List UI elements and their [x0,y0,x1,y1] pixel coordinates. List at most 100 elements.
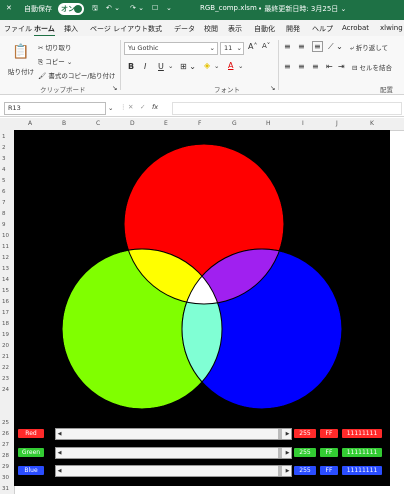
row-header[interactable]: 29 [2,464,9,470]
scroll-right-icon[interactable]: ▶ [284,466,291,476]
row-header[interactable]: 9 [2,222,6,228]
scroll-right-icon[interactable]: ▶ [284,448,291,458]
blue-scroll-thumb[interactable] [278,466,282,476]
tab-formulas[interactable]: 数式 [148,24,162,34]
column-header[interactable]: G [232,120,237,127]
column-header[interactable]: D [130,120,135,127]
row-header[interactable]: 2 [2,145,6,151]
row-header[interactable]: 22 [2,365,9,371]
column-header[interactable]: F [198,120,201,127]
chevron-down-icon[interactable]: ⌄ [214,62,219,70]
row-header[interactable]: 23 [2,376,9,382]
row-header[interactable]: 18 [2,321,9,327]
row-header[interactable]: 30 [2,475,9,481]
row-header[interactable]: 1 [2,134,6,140]
increase-font-icon[interactable]: A˄ [248,42,257,51]
saved-status[interactable]: • 最終更新日時: 3月25日 ⌄ [258,4,346,14]
customize-qat-icon[interactable]: ⌄ [166,4,172,12]
paste-button[interactable]: 貼り付け [8,66,34,76]
row-header[interactable]: 26 [2,431,9,437]
row-header[interactable]: 24 [2,387,9,393]
font-color-icon[interactable]: A [228,61,233,70]
row-header[interactable]: 31 [2,486,9,492]
decrease-indent-icon[interactable]: ⇤ [326,62,333,71]
copy-button[interactable]: ⎘ コピー ⌄ [38,56,72,67]
column-header[interactable]: C [96,120,100,127]
formula-input[interactable] [172,102,402,115]
italic-button[interactable]: I [144,62,146,71]
orientation-icon[interactable]: ⟋ ⌄ [328,42,343,52]
font-size-select[interactable]: 11 ⌄ [220,42,244,55]
align-left-icon[interactable]: ≡ [284,62,291,71]
column-header[interactable]: H [266,120,271,127]
tab-help[interactable]: ヘルプ [312,24,333,34]
red-scrollbar[interactable]: ◀ ▶ [55,428,292,440]
cut-button[interactable]: ✂ 切り取り [38,42,72,52]
tab-view[interactable]: 表示 [228,24,242,34]
align-center-icon[interactable]: ≡ [298,62,305,71]
insert-function-button[interactable]: fx [152,103,158,111]
tab-file[interactable]: ファイル [4,24,32,34]
row-header[interactable]: 27 [2,442,9,448]
decrease-font-icon[interactable]: A˅ [262,42,270,50]
column-header[interactable]: I [302,120,304,127]
name-box-dropdown-icon[interactable]: ⌄ [108,104,113,112]
chevron-down-icon[interactable]: ⌄ [238,62,243,70]
row-header[interactable]: 8 [2,211,6,217]
borders-icon[interactable]: ⊞ ⌄ [180,62,196,71]
scroll-left-icon[interactable]: ◀ [56,448,63,458]
row-header[interactable]: 28 [2,453,9,459]
row-header[interactable]: 21 [2,354,9,360]
tab-data[interactable]: データ [174,24,195,34]
font-launcher-icon[interactable]: ↘ [270,84,275,92]
align-middle-icon[interactable]: ≡ [298,42,305,51]
undo-icon[interactable]: ↶ ⌄ [106,4,120,12]
tab-automate[interactable]: 自動化 [254,24,275,34]
enter-icon[interactable]: ✓ [140,103,145,111]
tab-xlwings[interactable]: xlwing [380,24,403,32]
align-top-icon[interactable]: ≡ [284,42,291,51]
row-header[interactable]: 11 [2,244,9,250]
row-header[interactable]: 12 [2,255,9,261]
scroll-left-icon[interactable]: ◀ [56,466,63,476]
redo-icon[interactable]: ↷ ⌄ [130,4,144,12]
autosave-toggle[interactable]: オン [58,3,84,15]
row-header[interactable]: 6 [2,189,6,195]
wrap-text-button[interactable]: ⤶ 折り返して [350,42,388,53]
row-header[interactable]: 15 [2,288,9,294]
underline-button[interactable]: U [158,62,164,71]
row-header[interactable]: 4 [2,167,6,173]
increase-indent-icon[interactable]: ⇥ [338,62,345,71]
row-header[interactable]: 10 [2,233,9,239]
blue-scrollbar[interactable]: ◀ ▶ [55,465,292,477]
align-right-icon[interactable]: ≡ [312,62,319,71]
green-scrollbar[interactable]: ◀ ▶ [55,447,292,459]
red-scroll-thumb[interactable] [278,429,282,439]
row-header[interactable]: 5 [2,178,6,184]
column-header[interactable]: B [62,120,66,127]
chevron-down-icon[interactable]: ⌄ [168,62,173,70]
fill-color-icon[interactable]: ◈ [204,61,210,70]
cancel-icon[interactable]: ✕ [128,103,133,111]
row-header[interactable]: 16 [2,299,9,305]
tab-review[interactable]: 校閲 [204,24,218,34]
name-box[interactable]: R13 [4,102,106,115]
row-header[interactable]: 25 [2,420,9,426]
green-scroll-thumb[interactable] [278,448,282,458]
row-header[interactable]: 17 [2,310,9,316]
font-name-select[interactable]: Yu Gothic ⌄ [124,42,218,55]
align-bottom-icon[interactable]: ≡ [312,41,323,52]
row-header[interactable]: 7 [2,200,6,206]
save-icon[interactable]: 🖫 [92,4,98,15]
format-painter-button[interactable]: 🖌 書式のコピー/貼り付け [38,70,116,80]
row-header[interactable]: 19 [2,332,9,338]
column-header[interactable]: A [28,120,32,127]
column-header[interactable]: J [336,120,338,127]
paste-icon[interactable]: 📋 [12,44,29,60]
tab-acrobat[interactable]: Acrobat [342,24,369,32]
row-header[interactable]: 3 [2,156,6,162]
clipboard-launcher-icon[interactable]: ↘ [112,84,117,92]
row-header[interactable]: 13 [2,266,9,272]
column-header[interactable]: K [370,120,374,127]
row-header[interactable]: 14 [2,277,9,283]
